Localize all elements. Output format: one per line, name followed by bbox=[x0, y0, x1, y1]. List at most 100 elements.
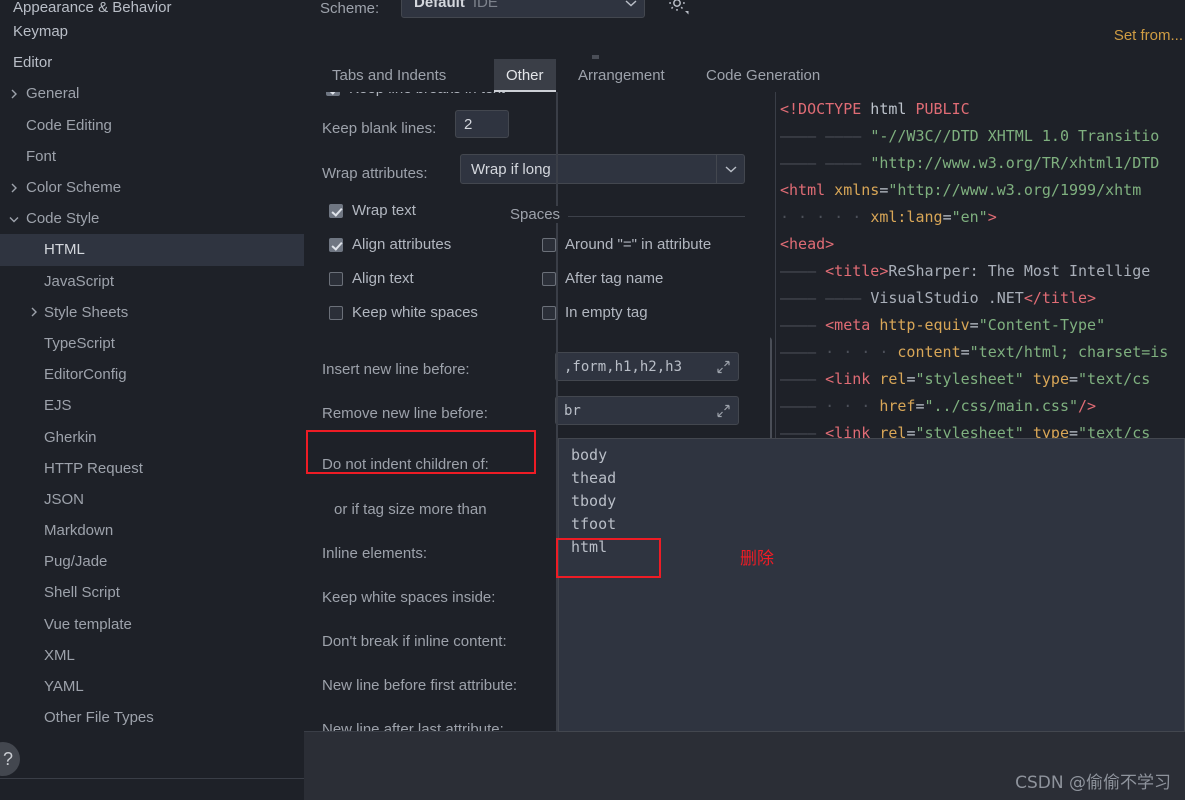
code-line: · · · · · xml:lang="en"> bbox=[780, 204, 1168, 231]
expand-icon[interactable] bbox=[716, 403, 731, 418]
tab-other[interactable]: Other bbox=[494, 59, 556, 92]
code-line: ———— <title>ReSharper: The Most Intellig… bbox=[780, 258, 1168, 285]
code-token: content bbox=[897, 343, 961, 361]
do-not-indent-children-listbox[interactable]: body thead tbody tfoot html bbox=[558, 438, 1185, 732]
wrap-attributes-label: Wrap attributes: bbox=[322, 165, 428, 182]
settings-dialog: Appearance & Behavior Keymap Editor General… bbox=[0, 0, 1185, 800]
sidebar-item-style-sheets[interactable]: Style Sheets bbox=[0, 297, 304, 328]
code-token: <meta bbox=[825, 316, 871, 334]
checkbox-row-wrap-text[interactable]: Wrap text bbox=[329, 202, 416, 219]
sidebar-item-vue-template[interactable]: Vue template bbox=[0, 609, 304, 640]
chevron-right-icon[interactable] bbox=[8, 88, 20, 100]
checkbox-after-tag-name[interactable] bbox=[542, 271, 556, 286]
sidebar-item-label: Font bbox=[26, 147, 57, 165]
chevron-down-icon[interactable] bbox=[8, 213, 20, 225]
sidebar-item-javascript[interactable]: JavaScript bbox=[0, 266, 304, 297]
checkbox-row-around-in-attribute[interactable]: Around "=" in attribute bbox=[542, 236, 711, 253]
code-token: xmlns bbox=[825, 181, 880, 199]
sidebar-item-code-style[interactable]: Code Style bbox=[0, 203, 304, 234]
chevron-right-icon[interactable] bbox=[8, 182, 20, 194]
code-token: <!DOCTYPE bbox=[780, 100, 862, 118]
code-token: ———— · · · bbox=[780, 397, 880, 415]
code-token: "text/cs bbox=[1078, 370, 1151, 388]
checkbox-align-attributes[interactable] bbox=[329, 237, 343, 252]
tab-label: Tabs and Indents bbox=[332, 67, 447, 84]
setting-label-new-line-before-first-attribute: New line before first attribute: bbox=[322, 677, 518, 694]
sidebar-item-editorconfig[interactable]: EditorConfig bbox=[0, 359, 304, 390]
checkbox-wrap-text[interactable] bbox=[329, 203, 343, 218]
code-token: > bbox=[987, 208, 997, 226]
checkbox-align-text[interactable] bbox=[329, 271, 343, 286]
code-token: <html bbox=[780, 181, 826, 199]
sidebar-item-gherkin[interactable]: Gherkin bbox=[0, 421, 304, 452]
sidebar-item-shell-script[interactable]: Shell Script bbox=[0, 577, 304, 608]
sidebar-item-http-request[interactable]: HTTP Request bbox=[0, 453, 304, 484]
sidebar-scrollbar-track[interactable] bbox=[296, 0, 599, 736]
expand-icon[interactable] bbox=[716, 359, 731, 374]
tab-arrangement[interactable]: Arrangement bbox=[566, 59, 677, 92]
code-preview-pane[interactable]: <!DOCTYPE html PUBLIC ———— ———— "-//W3C//… bbox=[770, 92, 1185, 445]
checkbox-row-align-attributes[interactable]: Align attributes bbox=[329, 236, 451, 253]
sidebar-item-appearance-behavior[interactable]: Appearance & Behavior bbox=[0, 0, 304, 16]
settings-tree-sidebar[interactable]: Appearance & Behavior Keymap Editor General… bbox=[0, 0, 304, 736]
chevron-right-icon[interactable] bbox=[28, 306, 40, 318]
list-item[interactable]: tbody bbox=[571, 492, 616, 510]
sidebar-item-general[interactable]: General bbox=[0, 78, 304, 109]
checkbox-row-keep-white-spaces[interactable]: Keep white spaces bbox=[329, 304, 478, 321]
list-item[interactable]: tfoot bbox=[571, 515, 616, 533]
code-token: = bbox=[1069, 370, 1079, 388]
sidebar-item-label: Other File Types bbox=[44, 709, 154, 727]
sidebar-item-keymap[interactable]: Keymap bbox=[0, 16, 304, 47]
tab-tabs-and-indents[interactable]: Tabs and Indents bbox=[320, 59, 458, 92]
code-token: ———— ———— bbox=[780, 127, 871, 145]
scheme-combobox[interactable]: Default IDE bbox=[401, 0, 645, 18]
sidebar-item-code-editing[interactable]: Code Editing bbox=[0, 110, 304, 141]
sidebar-item-markdown[interactable]: Markdown bbox=[0, 515, 304, 546]
settings-horizontal-divider bbox=[304, 731, 557, 732]
sidebar-item-label: JSON bbox=[44, 490, 85, 508]
checkbox-label: Align text bbox=[352, 270, 414, 287]
list-item[interactable]: thead bbox=[571, 469, 616, 487]
checkbox-row-align-text[interactable]: Align text bbox=[329, 270, 414, 287]
field-input-0[interactable]: ,form,h1,h2,h3 bbox=[555, 352, 739, 381]
chevron-down-icon[interactable] bbox=[716, 155, 744, 183]
sidebar-item-json[interactable]: JSON bbox=[0, 484, 304, 515]
list-item[interactable]: html bbox=[571, 538, 607, 556]
sidebar-item-label: Style Sheets bbox=[44, 303, 129, 321]
checkbox-around-in-attribute[interactable] bbox=[542, 237, 556, 252]
tab-label: Code Generation bbox=[706, 67, 821, 84]
setting-label-or-if-tag-size-more-than: or if tag size more than bbox=[334, 501, 487, 518]
checkbox-label: Align attributes bbox=[352, 236, 452, 253]
sidebar-item-typescript[interactable]: TypeScript bbox=[0, 328, 304, 359]
sidebar-item-editor[interactable]: Editor bbox=[0, 47, 304, 78]
sidebar-item-pug-jade[interactable]: Pug/Jade bbox=[0, 546, 304, 577]
checkbox-in-empty-tag[interactable] bbox=[542, 305, 556, 320]
keep-blank-lines-input[interactable]: 2 bbox=[455, 110, 509, 138]
sidebar-item-html[interactable]: HTML bbox=[0, 234, 304, 266]
scheme-toolbar: Scheme: Default IDE Set from... bbox=[304, 0, 1185, 55]
code-line: ———— · · · href="../css/main.css"/> bbox=[780, 393, 1168, 420]
sidebar-item-font[interactable]: Font bbox=[0, 141, 304, 172]
field-input-1[interactable]: br bbox=[555, 396, 739, 425]
sidebar-item-yaml[interactable]: YAML bbox=[0, 671, 304, 702]
sidebar-item-label: Code Editing bbox=[26, 116, 112, 134]
settings-tabbar[interactable]: Tabs and Indents Other Arrangement Code Gen… bbox=[304, 59, 1185, 92]
sidebar-item-other-file-types[interactable]: Other File Types bbox=[0, 702, 304, 733]
tab-code-generation[interactable]: Code Generation bbox=[694, 59, 832, 92]
gear-icon[interactable] bbox=[666, 0, 690, 16]
checkbox-label: After tag name bbox=[565, 270, 664, 287]
set-from-link[interactable]: Set from... bbox=[1114, 27, 1183, 44]
wrap-attributes-combobox[interactable]: Wrap if long bbox=[460, 154, 745, 184]
checkbox-row-after-tag-name[interactable]: After tag name bbox=[542, 270, 663, 287]
tab-label: Other bbox=[506, 67, 544, 84]
setting-label-inline-elements: Inline elements: bbox=[322, 545, 428, 562]
code-line: ———— <link rel="stylesheet" type="text/c… bbox=[780, 366, 1168, 393]
chevron-down-icon[interactable] bbox=[618, 0, 644, 17]
checkbox-keep-white-spaces[interactable] bbox=[329, 305, 343, 320]
sidebar-item-color-scheme[interactable]: Color Scheme bbox=[0, 172, 304, 203]
code-token: http-equiv bbox=[870, 316, 970, 334]
sidebar-item-ejs[interactable]: EJS bbox=[0, 390, 304, 421]
code-preview-scrollbar-thumb[interactable] bbox=[770, 337, 772, 445]
list-item[interactable]: body bbox=[571, 446, 607, 464]
sidebar-item-xml[interactable]: XML bbox=[0, 640, 304, 671]
